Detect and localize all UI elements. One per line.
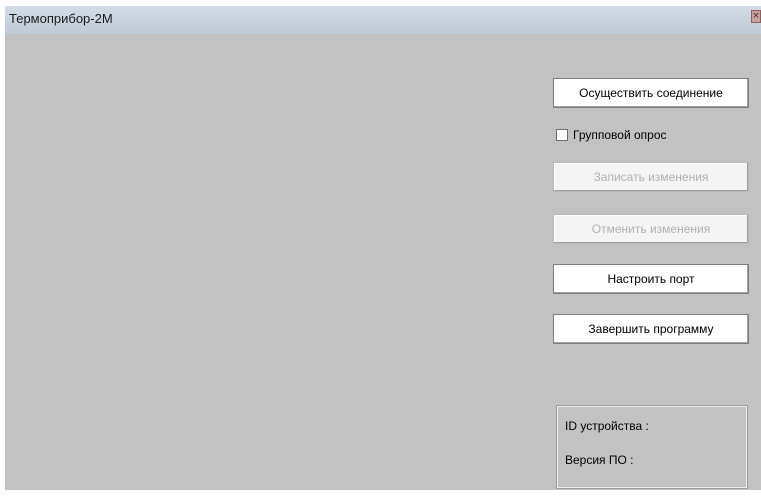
title-bar[interactable]: Термоприбор-2М × [5, 6, 761, 34]
group-poll-option[interactable]: Групповой опрос [556, 127, 667, 143]
close-icon[interactable]: × [751, 10, 761, 23]
device-id-label: ID устройства : [565, 419, 649, 433]
configure-port-button[interactable]: Настроить порт [553, 264, 749, 294]
connect-button[interactable]: Осуществить соединение [553, 78, 749, 108]
group-poll-checkbox[interactable] [556, 129, 568, 141]
cancel-changes-button[interactable]: Отменить изменения [553, 214, 749, 244]
exit-program-button[interactable]: Завершить программу [553, 314, 749, 344]
device-info-group: ID устройства : Версия ПО : [556, 405, 748, 489]
group-poll-label: Групповой опрос [573, 128, 667, 142]
window-title: Термоприбор-2М [9, 11, 113, 26]
save-changes-button[interactable]: Записать изменения [553, 162, 749, 192]
client-area: Осуществить соединение Групповой опрос З… [5, 34, 761, 490]
main-window: Термоприбор-2М × Осуществить соединение … [5, 6, 761, 490]
firmware-version-label: Версия ПО : [565, 453, 634, 467]
